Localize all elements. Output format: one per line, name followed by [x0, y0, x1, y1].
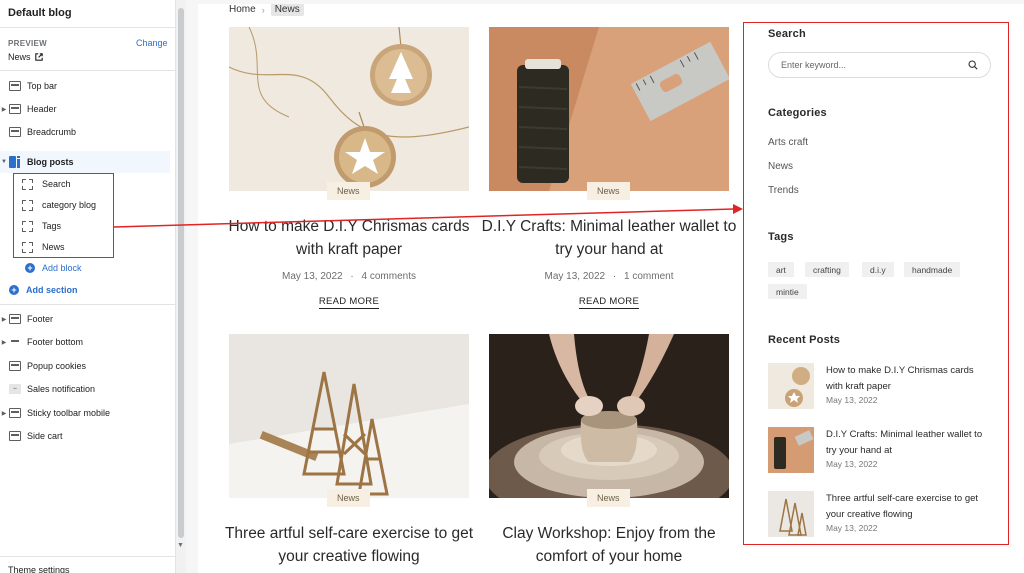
theme-settings-link[interactable]: Theme settings [8, 565, 70, 573]
post-comments[interactable]: 4 comments [362, 271, 416, 282]
add-section-label: Add section [26, 285, 78, 295]
section-label: Breadcrumb [27, 127, 77, 137]
leather-thread-image [489, 27, 729, 191]
chevron-right-icon[interactable]: ▶ [0, 106, 8, 113]
section-icon [9, 81, 21, 91]
chevron-right-icon[interactable]: ▶ [0, 316, 8, 323]
post-category-tag[interactable]: News [587, 489, 630, 507]
section-label: Blog posts [27, 157, 74, 167]
chevron-right-icon[interactable]: ▶ [0, 410, 8, 417]
section-label: Sales notification [27, 384, 96, 394]
section-icon [9, 337, 21, 347]
section-header[interactable]: ▶ Header [0, 98, 170, 120]
divider [0, 556, 175, 557]
scrollbar-thumb[interactable] [178, 8, 184, 538]
preview-top-edge [198, 0, 1024, 4]
wooden-trees-image [229, 334, 469, 498]
section-label: Sticky toolbar mobile [27, 408, 111, 418]
panel-gutter [186, 0, 198, 573]
editor-sidebar: Default blog PREVIEW Change News Top bar… [0, 0, 176, 573]
chevron-down-icon[interactable]: ▼ [0, 159, 8, 165]
preview-label: PREVIEW [8, 39, 47, 48]
add-block-button[interactable]: + Add block [25, 260, 82, 276]
template-title: Default blog [8, 7, 72, 19]
post-comments[interactable]: 1 comment [624, 271, 673, 282]
divider [0, 27, 175, 28]
section-icon [9, 314, 21, 324]
breadcrumb-home-link[interactable]: Home [229, 4, 256, 15]
meta-separator: · [612, 271, 617, 282]
section-label: Footer [27, 314, 54, 324]
read-more-label[interactable]: READ MORE [318, 296, 380, 309]
post-category-tag[interactable]: News [327, 489, 370, 507]
post-image[interactable] [489, 334, 729, 498]
scroll-down-arrow-icon[interactable]: ▼ [177, 542, 184, 549]
post-date: May 13, 2022 [544, 271, 606, 282]
breadcrumb-current: News [270, 3, 304, 16]
section-top-bar[interactable]: Top bar [0, 75, 170, 97]
section-blog-posts[interactable]: ▼ Blog posts [0, 151, 170, 173]
preview-value[interactable]: News [8, 52, 43, 62]
section-footer-bottom[interactable]: ▶ Footer bottom [0, 331, 170, 353]
post-meta: May 13, 2022 · 1 comment [489, 271, 729, 282]
post-category-tag[interactable]: News [327, 182, 370, 200]
post-title[interactable]: Clay Workshop: Enjoy from the comfort of… [479, 522, 739, 568]
section-icon [9, 361, 21, 371]
wood-ornaments-image [229, 27, 469, 191]
add-block-label: Add block [42, 263, 82, 273]
section-icon [9, 431, 21, 441]
post-image[interactable] [229, 27, 469, 191]
meta-separator: · [350, 271, 354, 282]
post-image[interactable] [489, 27, 729, 191]
section-label: Side cart [27, 431, 63, 441]
plus-circle-icon: + [25, 263, 35, 273]
post-title[interactable]: Three artful self-care exercise to get y… [219, 522, 479, 568]
add-section-button[interactable]: + Add section [9, 282, 78, 298]
section-label: Footer bottom [27, 337, 84, 347]
change-preview-link[interactable]: Change [136, 38, 168, 48]
sidebar-highlight-box [743, 22, 1009, 545]
plus-circle-icon: + [9, 285, 19, 295]
post-date: May 13, 2022 [282, 271, 343, 282]
pottery-workshop-image [489, 334, 729, 498]
notification-icon: ▪▪ [9, 384, 21, 394]
section-label: Popup cookies [27, 361, 87, 371]
read-more-link[interactable]: READ MORE [229, 296, 469, 309]
divider [0, 304, 175, 305]
external-link-icon [34, 53, 43, 61]
section-sales-notification[interactable]: ▪▪ Sales notification [0, 378, 170, 400]
section-icon [9, 408, 21, 418]
blocks-highlight-box [13, 173, 114, 258]
section-popup-cookies[interactable]: Popup cookies [0, 355, 170, 377]
breadcrumb: Home › News [229, 3, 304, 16]
section-icon [9, 104, 21, 114]
post-meta: May 13, 2022 · 4 comments [229, 271, 469, 282]
post-image[interactable] [229, 334, 469, 498]
divider [0, 70, 175, 71]
section-icon [9, 127, 21, 137]
sidebar-scrollbar[interactable]: ▼ [176, 0, 186, 573]
breadcrumb-separator: › [261, 4, 265, 15]
chevron-right-icon[interactable]: ▶ [0, 339, 8, 346]
post-title[interactable]: D.I.Y Crafts: Minimal leather wallet to … [479, 215, 739, 261]
section-label: Top bar [27, 81, 58, 91]
section-sticky-toolbar-mobile[interactable]: ▶ Sticky toolbar mobile [0, 402, 170, 424]
post-title[interactable]: How to make D.I.Y Chrismas cards with kr… [219, 215, 479, 261]
section-footer[interactable]: ▶ Footer [0, 308, 170, 330]
blog-posts-icon [9, 156, 21, 168]
post-category-tag[interactable]: News [587, 182, 630, 200]
read-more-link[interactable]: READ MORE [489, 296, 729, 309]
section-label: Header [27, 104, 57, 114]
section-side-cart[interactable]: Side cart [0, 425, 170, 447]
section-breadcrumb[interactable]: Breadcrumb [0, 121, 170, 143]
preview-value-text: News [8, 52, 31, 62]
read-more-label[interactable]: READ MORE [578, 296, 640, 309]
